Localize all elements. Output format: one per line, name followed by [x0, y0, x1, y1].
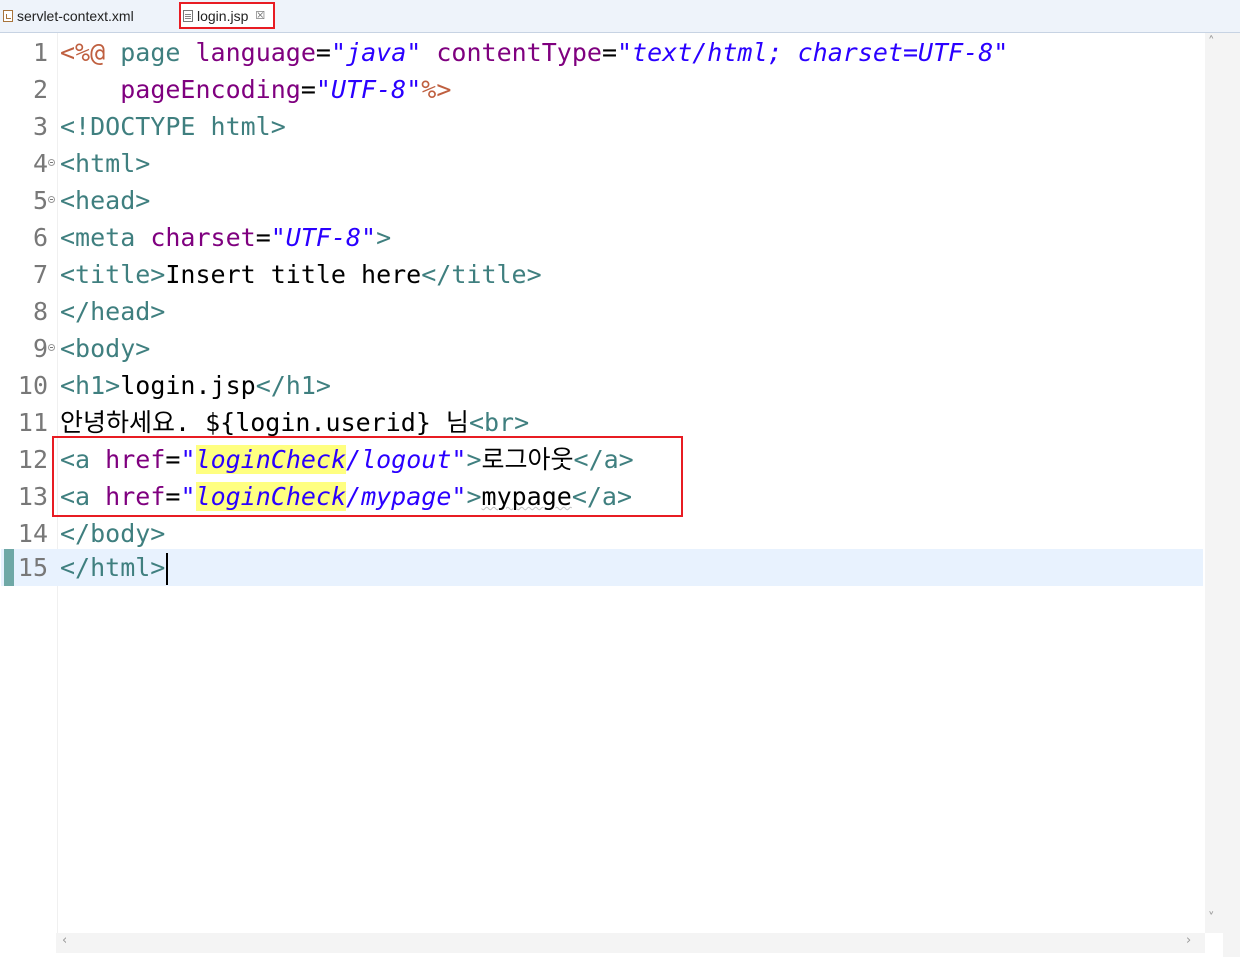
scroll-down-icon[interactable]: ˅: [1208, 911, 1215, 926]
fold-toggle-icon[interactable]: [48, 196, 55, 203]
code-text: </head>: [60, 297, 166, 326]
code-text: <meta charset="UTF-8">: [60, 223, 392, 252]
window-edge: [1223, 33, 1240, 957]
line-number: 6: [32, 223, 48, 252]
code-line-14[interactable]: 14 </body>: [1, 515, 1223, 552]
code-text: <head>: [60, 186, 151, 215]
tab-login-jsp[interactable]: login.jsp ☒: [179, 2, 275, 29]
scroll-up-icon[interactable]: ˄: [1208, 35, 1215, 50]
line-number: 1: [32, 38, 48, 67]
editor-tab-bar: servlet-context.xml login.jsp ☒: [0, 0, 1240, 33]
line-number: 2: [32, 75, 48, 104]
line-number: 5: [32, 186, 48, 215]
code-text: <html>: [60, 149, 151, 178]
line-number: 10: [17, 371, 48, 400]
code-text: <h1>login.jsp</h1>: [60, 371, 331, 400]
code-line-3[interactable]: 3 <!DOCTYPE html>: [1, 108, 1223, 145]
close-tab-icon[interactable]: ☒: [255, 9, 265, 22]
line-number: 13: [17, 482, 48, 511]
scroll-right-icon[interactable]: ›: [1186, 933, 1191, 948]
line-number: 7: [32, 260, 48, 289]
code-text: <!DOCTYPE html>: [60, 112, 286, 141]
line-number: 12: [17, 445, 48, 474]
tab-label: login.jsp: [197, 7, 249, 24]
text-cursor: [166, 553, 169, 585]
code-line-6[interactable]: 6 <meta charset="UTF-8">: [1, 219, 1223, 256]
xml-file-icon: [3, 10, 13, 22]
vertical-scrollbar[interactable]: ˄ ˅: [1205, 33, 1223, 933]
line-number: 11: [17, 408, 48, 437]
line-number: 14: [17, 519, 48, 548]
line-number: 9: [32, 334, 48, 363]
code-line-10[interactable]: 10 <h1>login.jsp</h1>: [1, 367, 1223, 404]
code-text: pageEncoding="UTF-8"%>: [120, 75, 452, 104]
code-line-15[interactable]: 15 </html>: [1, 549, 1203, 586]
code-text: <body>: [60, 334, 151, 363]
code-line-2[interactable]: 2 pageEncoding="UTF-8"%>: [1, 71, 1223, 108]
fold-toggle-icon[interactable]: [48, 159, 55, 166]
horizontal-scrollbar[interactable]: ‹ ›: [56, 933, 1205, 953]
code-line-4[interactable]: 4 <html>: [1, 145, 1223, 182]
line-number: 3: [32, 112, 48, 141]
code-line-7[interactable]: 7 <title>Insert title here</title>: [1, 256, 1223, 293]
code-line-5[interactable]: 5 <head>: [1, 182, 1223, 219]
current-line-marker: [4, 549, 14, 586]
annotation-highlight-box: [52, 436, 683, 517]
code-text: <title>Insert title here</title>: [60, 260, 542, 289]
code-text: <%@ page language="java" contentType="te…: [60, 38, 1009, 67]
code-line-1[interactable]: 1 <%@ page language="java" contentType="…: [1, 34, 1223, 71]
line-number: 4: [32, 149, 48, 178]
scroll-left-icon[interactable]: ‹: [62, 933, 67, 948]
tab-servlet-context-xml[interactable]: servlet-context.xml: [3, 3, 134, 29]
tab-label: servlet-context.xml: [17, 8, 134, 24]
line-number: 8: [32, 297, 48, 326]
code-line-9[interactable]: 9 <body>: [1, 330, 1223, 367]
fold-toggle-icon[interactable]: [48, 344, 55, 351]
code-line-8[interactable]: 8 </head>: [1, 293, 1223, 330]
code-text: </body>: [60, 519, 166, 548]
jsp-file-icon: [183, 9, 193, 22]
code-text: </html>: [60, 549, 169, 586]
